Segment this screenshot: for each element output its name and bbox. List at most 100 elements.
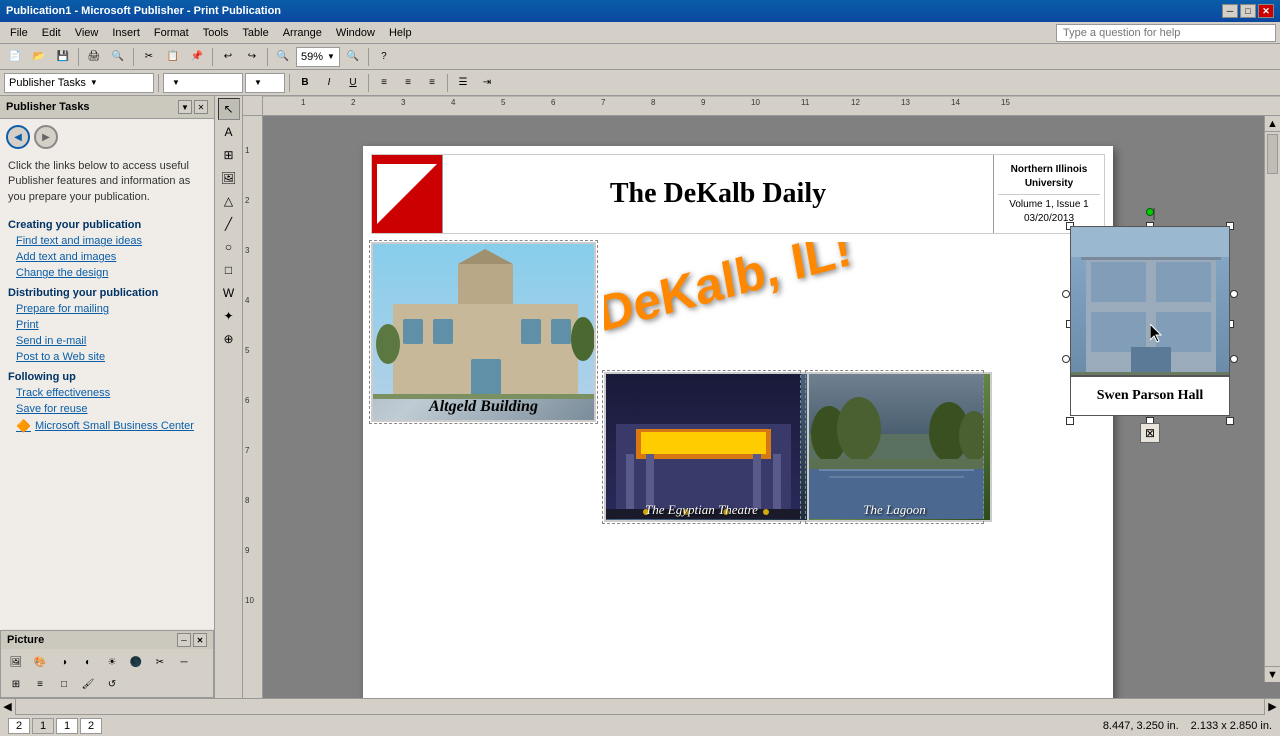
handle-bl[interactable] — [1066, 417, 1074, 425]
zoom-in-button[interactable]: 🔍 — [342, 47, 364, 67]
web-link[interactable]: Post to a Web site — [0, 349, 214, 365]
lagoon-container[interactable]: The Lagoon — [807, 372, 982, 522]
crop-button[interactable]: ✂ — [149, 652, 171, 672]
select-tool[interactable]: ↖ — [218, 98, 240, 120]
format-picture-button[interactable]: □ — [53, 674, 75, 694]
save-button[interactable]: 💾 — [52, 47, 74, 67]
handle-br[interactable] — [1226, 417, 1234, 425]
align-center-button[interactable]: ≡ — [397, 73, 419, 93]
open-button[interactable]: 📂 — [28, 47, 50, 67]
scroll-right-button[interactable]: ▶ — [1264, 699, 1280, 715]
print-link[interactable]: Print — [0, 317, 214, 333]
left-panel: Publisher Tasks ▼ ✕ ◀ ▶ Click the links … — [0, 96, 215, 698]
altgeld-container[interactable]: Altgeld Building — [371, 242, 596, 422]
menu-table[interactable]: Table — [236, 25, 274, 41]
handle-mr3[interactable] — [1230, 355, 1238, 363]
text-wrapping-button[interactable]: ≡ — [29, 674, 51, 694]
pane-close-button[interactable]: ✕ — [194, 100, 208, 114]
insert-picture-button[interactable]: 🖼 — [5, 652, 27, 672]
menu-tools[interactable]: Tools — [197, 25, 235, 41]
forward-button[interactable]: ▶ — [34, 125, 58, 149]
undo-button[interactable]: ↩ — [217, 47, 239, 67]
canvas-area[interactable]: The DeKalb Daily Northern Illinois Unive… — [263, 116, 1280, 698]
menu-view[interactable]: View — [69, 25, 105, 41]
more-brightness-button[interactable]: ☀ — [101, 652, 123, 672]
handle-mr2[interactable] — [1230, 290, 1238, 298]
italic-button[interactable]: I — [318, 73, 340, 93]
less-brightness-button[interactable]: 🌑 — [125, 652, 147, 672]
handle-ml3[interactable] — [1062, 355, 1070, 363]
shapes-tool[interactable]: △ — [218, 190, 240, 212]
cut-button[interactable]: ✂ — [138, 47, 160, 67]
menu-insert[interactable]: Insert — [106, 25, 146, 41]
line-style-button[interactable]: ─ — [173, 652, 195, 672]
help-search-input[interactable] — [1056, 24, 1276, 42]
v-ruler-mark-8: 8 — [245, 496, 249, 505]
minimize-button[interactable]: ─ — [1222, 4, 1238, 18]
redo-button[interactable]: ↪ — [241, 47, 263, 67]
align-right-button[interactable]: ≡ — [421, 73, 443, 93]
picture-toolbar-close[interactable]: ✕ — [193, 633, 207, 647]
bold-button[interactable]: B — [294, 73, 316, 93]
menu-arrange[interactable]: Arrange — [277, 25, 328, 41]
scroll-down-button[interactable]: ▼ — [1265, 666, 1280, 682]
zoom-dropdown[interactable]: 59% ▼ — [296, 47, 340, 67]
scroll-left-button[interactable]: ◀ — [0, 699, 16, 715]
align-left-button[interactable]: ≡ — [373, 73, 395, 93]
color-button[interactable]: 🎨 — [29, 652, 51, 672]
menu-edit[interactable]: Edit — [36, 25, 67, 41]
ms-business-link[interactable]: 🔶 Microsoft Small Business Center — [0, 417, 214, 435]
text-tool[interactable]: A — [218, 121, 240, 143]
line-tool[interactable]: ╱ — [218, 213, 240, 235]
crop-resize-icon[interactable]: ⊠ — [1140, 423, 1160, 443]
table-tool[interactable]: ⊞ — [218, 144, 240, 166]
paste-button[interactable]: 📌 — [186, 47, 208, 67]
font-size-box[interactable]: ▼ — [245, 73, 285, 93]
new-button[interactable]: 📄 — [4, 47, 26, 67]
more-contrast-button[interactable]: ◑ — [53, 652, 75, 672]
catalog-merge-tool[interactable]: ⊕ — [218, 328, 240, 350]
save-reuse-link[interactable]: Save for reuse — [0, 401, 214, 417]
pane-menu-button[interactable]: ▼ — [178, 100, 192, 114]
pub-tasks-selector[interactable]: Publisher Tasks ▼ — [4, 73, 154, 93]
prepare-mailing-link[interactable]: Prepare for mailing — [0, 301, 214, 317]
design-gallery-tool[interactable]: ✦ — [218, 305, 240, 327]
swen-parson-frame[interactable]: Swen Parson Hall ⊠ — [1070, 226, 1230, 421]
scroll-thumb[interactable] — [1267, 134, 1278, 174]
rect-tool[interactable]: □ — [218, 259, 240, 281]
print-preview-button[interactable]: 🔍 — [107, 47, 129, 67]
set-transparent-button[interactable]: 🖌 — [77, 674, 99, 694]
list-button[interactable]: ☰ — [452, 73, 474, 93]
less-contrast-button[interactable]: ◐ — [77, 652, 99, 672]
v-scrollbar[interactable]: ▲ ▼ — [1264, 116, 1280, 682]
reset-picture-button[interactable]: ↺ — [101, 674, 123, 694]
close-button[interactable]: ✕ — [1258, 4, 1274, 18]
egyptian-container[interactable]: The Egyptian Theatre — [604, 372, 799, 522]
indent-button[interactable]: ⇥ — [476, 73, 498, 93]
add-text-link[interactable]: Add text and images — [0, 249, 214, 265]
picture-toolbar-header[interactable]: Picture ─ ✕ — [1, 631, 213, 649]
compress-button[interactable]: ⊞ — [5, 674, 27, 694]
font-name-box[interactable]: ▼ — [163, 73, 243, 93]
oval-tool[interactable]: ○ — [218, 236, 240, 258]
find-text-link[interactable]: Find text and image ideas — [0, 233, 214, 249]
menu-format[interactable]: Format — [148, 25, 195, 41]
picture-toolbar-minimize[interactable]: ─ — [177, 633, 191, 647]
picture-tool[interactable]: 🖼 — [218, 167, 240, 189]
email-link[interactable]: Send in e-mail — [0, 333, 214, 349]
menu-window[interactable]: Window — [330, 25, 381, 41]
back-button[interactable]: ◀ — [6, 125, 30, 149]
change-design-link[interactable]: Change the design — [0, 265, 214, 281]
wordart-tool[interactable]: W — [218, 282, 240, 304]
menu-help[interactable]: Help — [383, 25, 418, 41]
scroll-up-button[interactable]: ▲ — [1265, 116, 1280, 132]
track-link[interactable]: Track effectiveness — [0, 385, 214, 401]
maximize-button[interactable]: □ — [1240, 4, 1256, 18]
underline-button[interactable]: U — [342, 73, 364, 93]
zoom-out-button[interactable]: 🔍 — [272, 47, 294, 67]
horizontal-scrollbar[interactable]: ◀ ▶ — [0, 698, 1280, 714]
copy-button[interactable]: 📋 — [162, 47, 184, 67]
print-button[interactable]: 🖨 — [83, 47, 105, 67]
help-button[interactable]: ? — [373, 47, 395, 67]
menu-file[interactable]: File — [4, 25, 34, 41]
